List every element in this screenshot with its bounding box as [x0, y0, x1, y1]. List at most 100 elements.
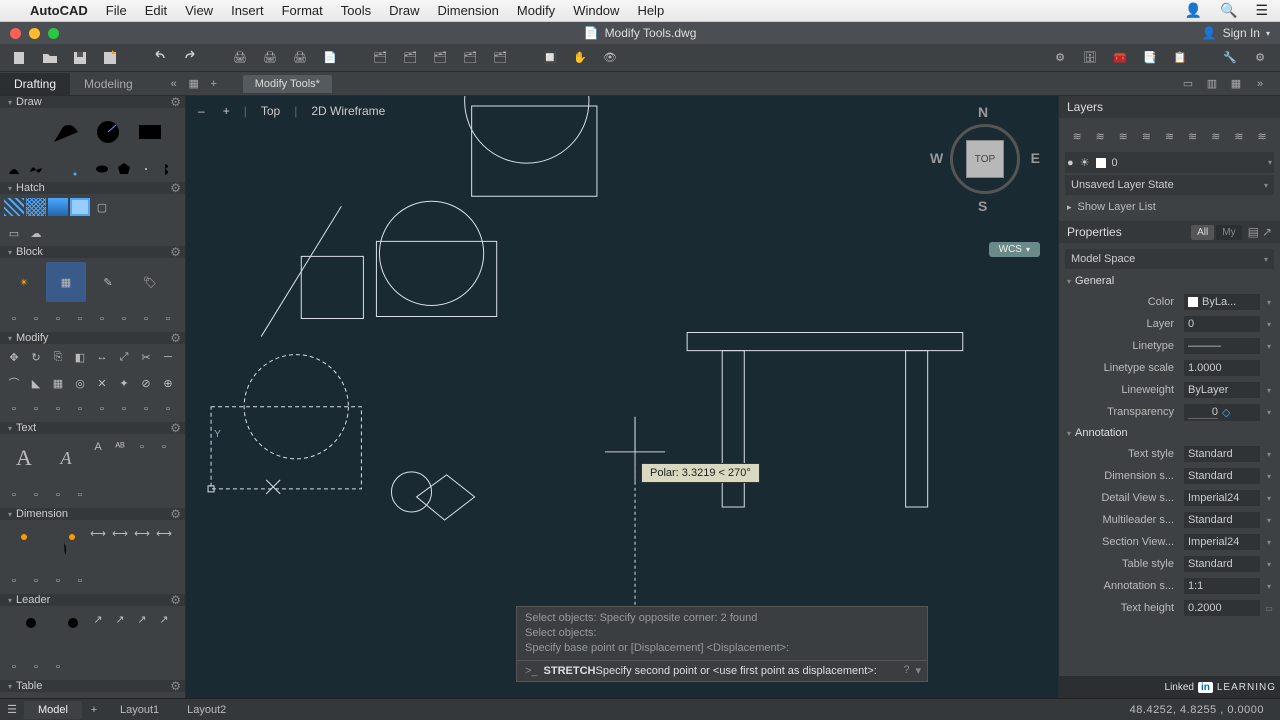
page-setup-button[interactable]: 📄	[318, 47, 342, 69]
arc-tool[interactable]	[4, 160, 24, 178]
sheet-set-button[interactable]: 📑	[1138, 47, 1162, 69]
text-sm2[interactable]: ᴬᴮ	[110, 438, 130, 456]
extend-tool[interactable]: ─	[158, 348, 178, 366]
block-tool-sm4[interactable]: ▫	[70, 310, 90, 328]
command-line[interactable]: Select objects: Specify opposite corner:…	[516, 606, 928, 682]
text-sm8[interactable]: ▫	[70, 486, 90, 504]
stretch-tool[interactable]: ↔	[92, 348, 112, 366]
chevron-down-icon[interactable]: ▾	[1264, 472, 1274, 481]
chevron-down-icon[interactable]: ▾	[1264, 408, 1274, 417]
edit-block-tool[interactable]: ✎	[88, 262, 128, 302]
menu-dimension[interactable]: Dimension	[437, 3, 498, 18]
qnew-button[interactable]	[8, 47, 32, 69]
gradient-tool[interactable]	[48, 198, 68, 216]
viewcube-face[interactable]: TOP	[966, 140, 1004, 178]
polygon-tool[interactable]	[114, 160, 134, 178]
palette-grid-icon[interactable]: ▦	[185, 75, 203, 93]
point-tool[interactable]	[136, 160, 156, 178]
redo-button[interactable]	[178, 47, 202, 69]
command-recent-icon[interactable]: ▾	[915, 664, 921, 677]
layer-tool-3[interactable]: ≋	[1113, 126, 1133, 146]
menu-insert[interactable]: Insert	[231, 3, 264, 18]
props-icon-2[interactable]: ↗	[1262, 225, 1272, 239]
palette-section-draw[interactable]: Draw⚙	[0, 96, 185, 108]
saveas-button[interactable]	[98, 47, 122, 69]
block-tool-sm2[interactable]: ▫	[26, 310, 46, 328]
join-tool[interactable]: ⊕	[158, 374, 178, 392]
chevron-down-icon[interactable]: ▾	[1264, 516, 1274, 525]
batch-plot-button[interactable]: 🖨	[288, 47, 312, 69]
text-tool[interactable]: A	[46, 438, 86, 478]
props-icon-1[interactable]: ▤	[1248, 225, 1259, 239]
layer-freeze-icon[interactable]: ☀	[1080, 156, 1090, 169]
menu-draw[interactable]: Draw	[389, 3, 419, 18]
search-icon[interactable]: 🔍	[1220, 2, 1237, 19]
menu-help[interactable]: Help	[637, 3, 664, 18]
modify-sm4[interactable]: ▫	[70, 400, 90, 418]
workspace-drafting[interactable]: Drafting	[0, 73, 70, 95]
layer-tool-4[interactable]: ≋	[1136, 126, 1156, 146]
prop-tablestyle-value[interactable]: Standard	[1184, 556, 1260, 572]
menu-view[interactable]: View	[185, 3, 213, 18]
leader-tool[interactable]	[46, 610, 86, 650]
viewport-grid-icon[interactable]: ▦	[1226, 74, 1246, 94]
add-layout-button[interactable]: +	[82, 704, 106, 716]
dim-sm5[interactable]: ▫	[4, 572, 24, 590]
mtext-tool[interactable]: A	[4, 438, 44, 478]
viewport-single-icon[interactable]: ▭	[1178, 74, 1198, 94]
document-tab[interactable]: Modify Tools*	[243, 75, 332, 93]
dim-sm2[interactable]: ⟷	[110, 524, 130, 542]
leader-sm3[interactable]: ↗	[132, 610, 152, 628]
viewport-more-icon[interactable]: »	[1250, 74, 1270, 94]
ellipse-tool[interactable]	[92, 160, 112, 178]
block-editor-button[interactable]: 🔧	[1218, 47, 1242, 69]
gear-icon[interactable]: ⚙	[170, 593, 181, 607]
gear-icon[interactable]: ⚙	[170, 507, 181, 521]
palette-section-leader[interactable]: Leader⚙	[0, 594, 185, 606]
viewcube-south[interactable]: S	[978, 198, 987, 214]
orbit-button[interactable]: 👁	[598, 47, 622, 69]
polyline-tool[interactable]	[46, 112, 86, 152]
revision-cloud-tool[interactable]: ☁	[26, 224, 46, 242]
show-layer-list[interactable]: ▸Show Layer List	[1065, 197, 1274, 217]
tab-layout2[interactable]: Layout2	[173, 701, 240, 719]
prop-textstyle-value[interactable]: Standard	[1184, 446, 1260, 462]
props-group-annotation[interactable]: Annotation	[1065, 423, 1274, 443]
props-tab-my[interactable]: My	[1216, 225, 1241, 240]
linear-dim-tool[interactable]	[4, 524, 44, 564]
mirror-tool[interactable]: ◧	[70, 348, 90, 366]
selection-type[interactable]: Model Space	[1065, 249, 1274, 269]
prop-textheight-value[interactable]: 0.2000	[1184, 600, 1260, 616]
zoom-extents-button[interactable]: 🔲	[538, 47, 562, 69]
leader-sm6[interactable]: ▫	[26, 658, 46, 676]
viewcube[interactable]: TOP N S E W	[930, 104, 1040, 214]
layer-tool-2[interactable]: ≋	[1090, 126, 1110, 146]
boundary-tool[interactable]	[70, 198, 90, 216]
layer-color-swatch[interactable]	[1096, 158, 1106, 168]
sign-in-button[interactable]: 👤 Sign In ▾	[1202, 26, 1270, 40]
chamfer-tool[interactable]: ◣	[26, 374, 46, 392]
palette-add-icon[interactable]: +	[205, 75, 223, 93]
model-tab-menu[interactable]: ☰	[0, 703, 24, 716]
gear-icon[interactable]: ⚙	[170, 245, 181, 259]
xref-button[interactable]: 🗂	[368, 47, 392, 69]
block-tool-sm7[interactable]: ▫	[136, 310, 156, 328]
menu-tools[interactable]: Tools	[341, 3, 371, 18]
dim-sm8[interactable]: ▫	[70, 572, 90, 590]
current-layer-row[interactable]: ● ☀ 0 ▾	[1065, 152, 1274, 173]
viewcube-west[interactable]: W	[930, 150, 943, 166]
tool-palette-button[interactable]: 🧰	[1108, 47, 1132, 69]
erase-tool[interactable]: ✕	[92, 374, 112, 392]
prop-lweight-value[interactable]: ByLayer	[1184, 382, 1260, 398]
block-tool-sm8[interactable]: ▫	[158, 310, 178, 328]
dim-sm6[interactable]: ▫	[26, 572, 46, 590]
hatch-pattern-tool[interactable]	[4, 198, 24, 216]
leader-sm7[interactable]: ▫	[48, 658, 68, 676]
menu-window[interactable]: Window	[573, 3, 619, 18]
table-remove-tool[interactable]: −	[26, 696, 46, 698]
workspace-modeling[interactable]: Modeling	[70, 73, 147, 95]
viewcube-north[interactable]: N	[978, 104, 988, 120]
menu-edit[interactable]: Edit	[145, 3, 167, 18]
layer-tool-1[interactable]: ≋	[1067, 126, 1087, 146]
pan-button[interactable]: ✋	[568, 47, 592, 69]
